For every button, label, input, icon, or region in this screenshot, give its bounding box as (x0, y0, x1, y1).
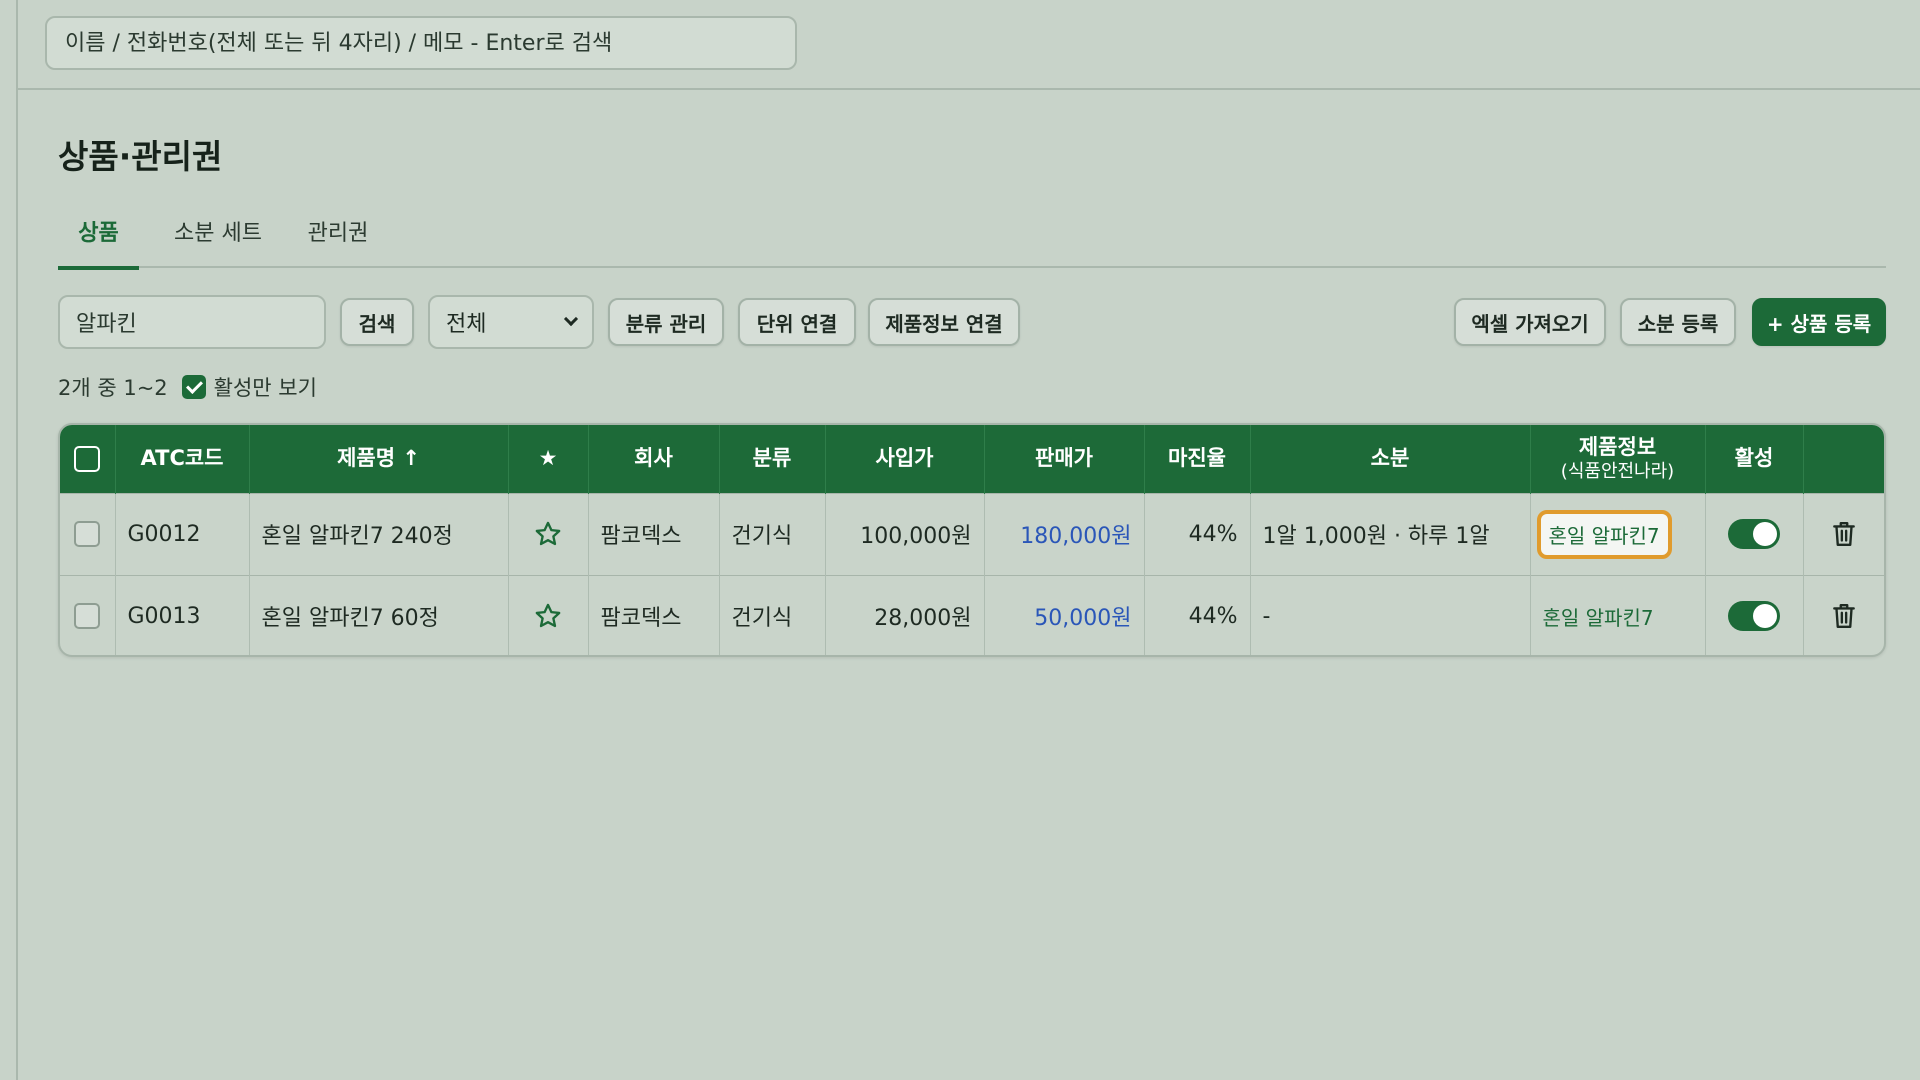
search-button[interactable]: 검색 (340, 298, 414, 346)
row-category: 건기식 (719, 493, 826, 575)
header-portion[interactable]: 소분 (1250, 425, 1531, 493)
header-code[interactable]: ATC코드 (115, 425, 250, 493)
active-only-checkbox[interactable] (181, 375, 206, 399)
row-active-cell (1705, 575, 1804, 655)
header-actions (1803, 425, 1884, 493)
table-header-row: ATC코드 제품명 ↑ ★ 회사 분류 사입가 판매가 마진율 소분 제품정보 … (60, 425, 1884, 493)
row-cost: 100,000원 (825, 493, 985, 575)
product-info-link-button[interactable]: 제품정보 연결 (868, 298, 1020, 346)
header-category[interactable]: 분류 (719, 425, 826, 493)
active-only-label[interactable]: 활성만 보기 (214, 372, 317, 402)
header-price[interactable]: 판매가 (984, 425, 1145, 493)
star-icon[interactable] (508, 575, 589, 655)
row-info-link[interactable]: 혼일 알파킨7 (1543, 606, 1654, 630)
category-select[interactable]: 전체 (428, 295, 594, 349)
row-cost: 28,000원 (825, 575, 985, 655)
table-row[interactable]: G0012 혼일 알파킨7 240정 팜코덱스 건기식 100,000원 180… (60, 493, 1884, 575)
table-row[interactable]: G0013 혼일 알파킨7 60정 팜코덱스 건기식 28,000원 50,00… (60, 575, 1884, 655)
row-name[interactable]: 혼일 알파킨7 240정 (249, 493, 509, 575)
unit-link-button[interactable]: 단위 연결 (738, 298, 856, 346)
header-star[interactable]: ★ (508, 425, 589, 493)
header-cost[interactable]: 사입가 (825, 425, 985, 493)
row-info-cell: 혼일 알파킨7 (1530, 575, 1706, 655)
row-info-cell: 혼일 알파킨7 (1530, 493, 1706, 575)
row-portion: 1알 1,000원 · 하루 1알 (1250, 493, 1531, 575)
portion-register-button[interactable]: 소분 등록 (1620, 298, 1736, 346)
trash-icon[interactable] (1803, 493, 1884, 575)
category-manage-button[interactable]: 분류 관리 (608, 298, 724, 346)
row-code: G0012 (115, 493, 250, 575)
row-company: 팜코덱스 (588, 575, 720, 655)
header-active[interactable]: 활성 (1705, 425, 1804, 493)
row-price-link[interactable]: 180,000원 (984, 493, 1145, 575)
header-info-sub: (식품안전나라) (1560, 460, 1675, 482)
tab-bar: 상품 소분 세트 관리권 (58, 208, 1886, 270)
excel-import-button[interactable]: 엑셀 가져오기 (1454, 298, 1606, 346)
add-product-button[interactable]: + 상품 등록 (1752, 298, 1886, 346)
page-title: 상품·관리권 (58, 137, 223, 176)
row-company: 팜코덱스 (588, 493, 720, 575)
row-margin: 44% (1144, 493, 1251, 575)
left-divider (16, 0, 18, 1080)
chevron-down-icon (563, 311, 579, 327)
result-summary: 2개 중 1~2 활성만 보기 (58, 372, 317, 402)
toolbar: 검색 전체 분류 관리 단위 연결 제품정보 연결 엑셀 가져오기 소분 등록 … (58, 294, 1886, 350)
trash-icon[interactable] (1803, 575, 1884, 655)
select-all-checkbox[interactable] (74, 445, 101, 472)
row-active-cell (1705, 493, 1804, 575)
header-company[interactable]: 회사 (588, 425, 720, 493)
result-count: 2개 중 1~2 (58, 376, 168, 400)
active-toggle[interactable] (1728, 519, 1780, 549)
tab-portion-sets[interactable]: 소분 세트 (158, 208, 278, 268)
row-price-link[interactable]: 50,000원 (984, 575, 1145, 655)
category-select-value: 전체 (446, 312, 487, 337)
row-select-cell[interactable] (60, 575, 116, 655)
row-category: 건기식 (719, 575, 826, 655)
product-filter-input[interactable] (58, 295, 326, 349)
global-search-input[interactable] (45, 16, 797, 70)
select-all-header[interactable] (60, 425, 116, 493)
row-checkbox[interactable] (74, 603, 101, 630)
top-bar (18, 0, 1920, 90)
products-table: ATC코드 제품명 ↑ ★ 회사 분류 사입가 판매가 마진율 소분 제품정보 … (58, 423, 1886, 657)
row-code: G0013 (115, 575, 250, 655)
header-margin[interactable]: 마진율 (1144, 425, 1251, 493)
row-info-link[interactable]: 혼일 알파킨7 (1536, 509, 1672, 559)
row-name[interactable]: 혼일 알파킨7 60정 (249, 575, 509, 655)
row-portion: - (1250, 575, 1531, 655)
star-icon[interactable] (508, 493, 589, 575)
row-margin: 44% (1144, 575, 1251, 655)
header-name[interactable]: 제품명 ↑ (249, 425, 509, 493)
tab-memberships[interactable]: 관리권 (290, 208, 386, 268)
tab-products[interactable]: 상품 (58, 208, 139, 270)
header-info[interactable]: 제품정보 (식품안전나라) (1530, 425, 1706, 493)
row-select-cell[interactable] (60, 493, 116, 575)
header-info-label: 제품정보 (1578, 435, 1657, 460)
row-checkbox[interactable] (74, 521, 101, 547)
active-toggle[interactable] (1728, 601, 1780, 632)
